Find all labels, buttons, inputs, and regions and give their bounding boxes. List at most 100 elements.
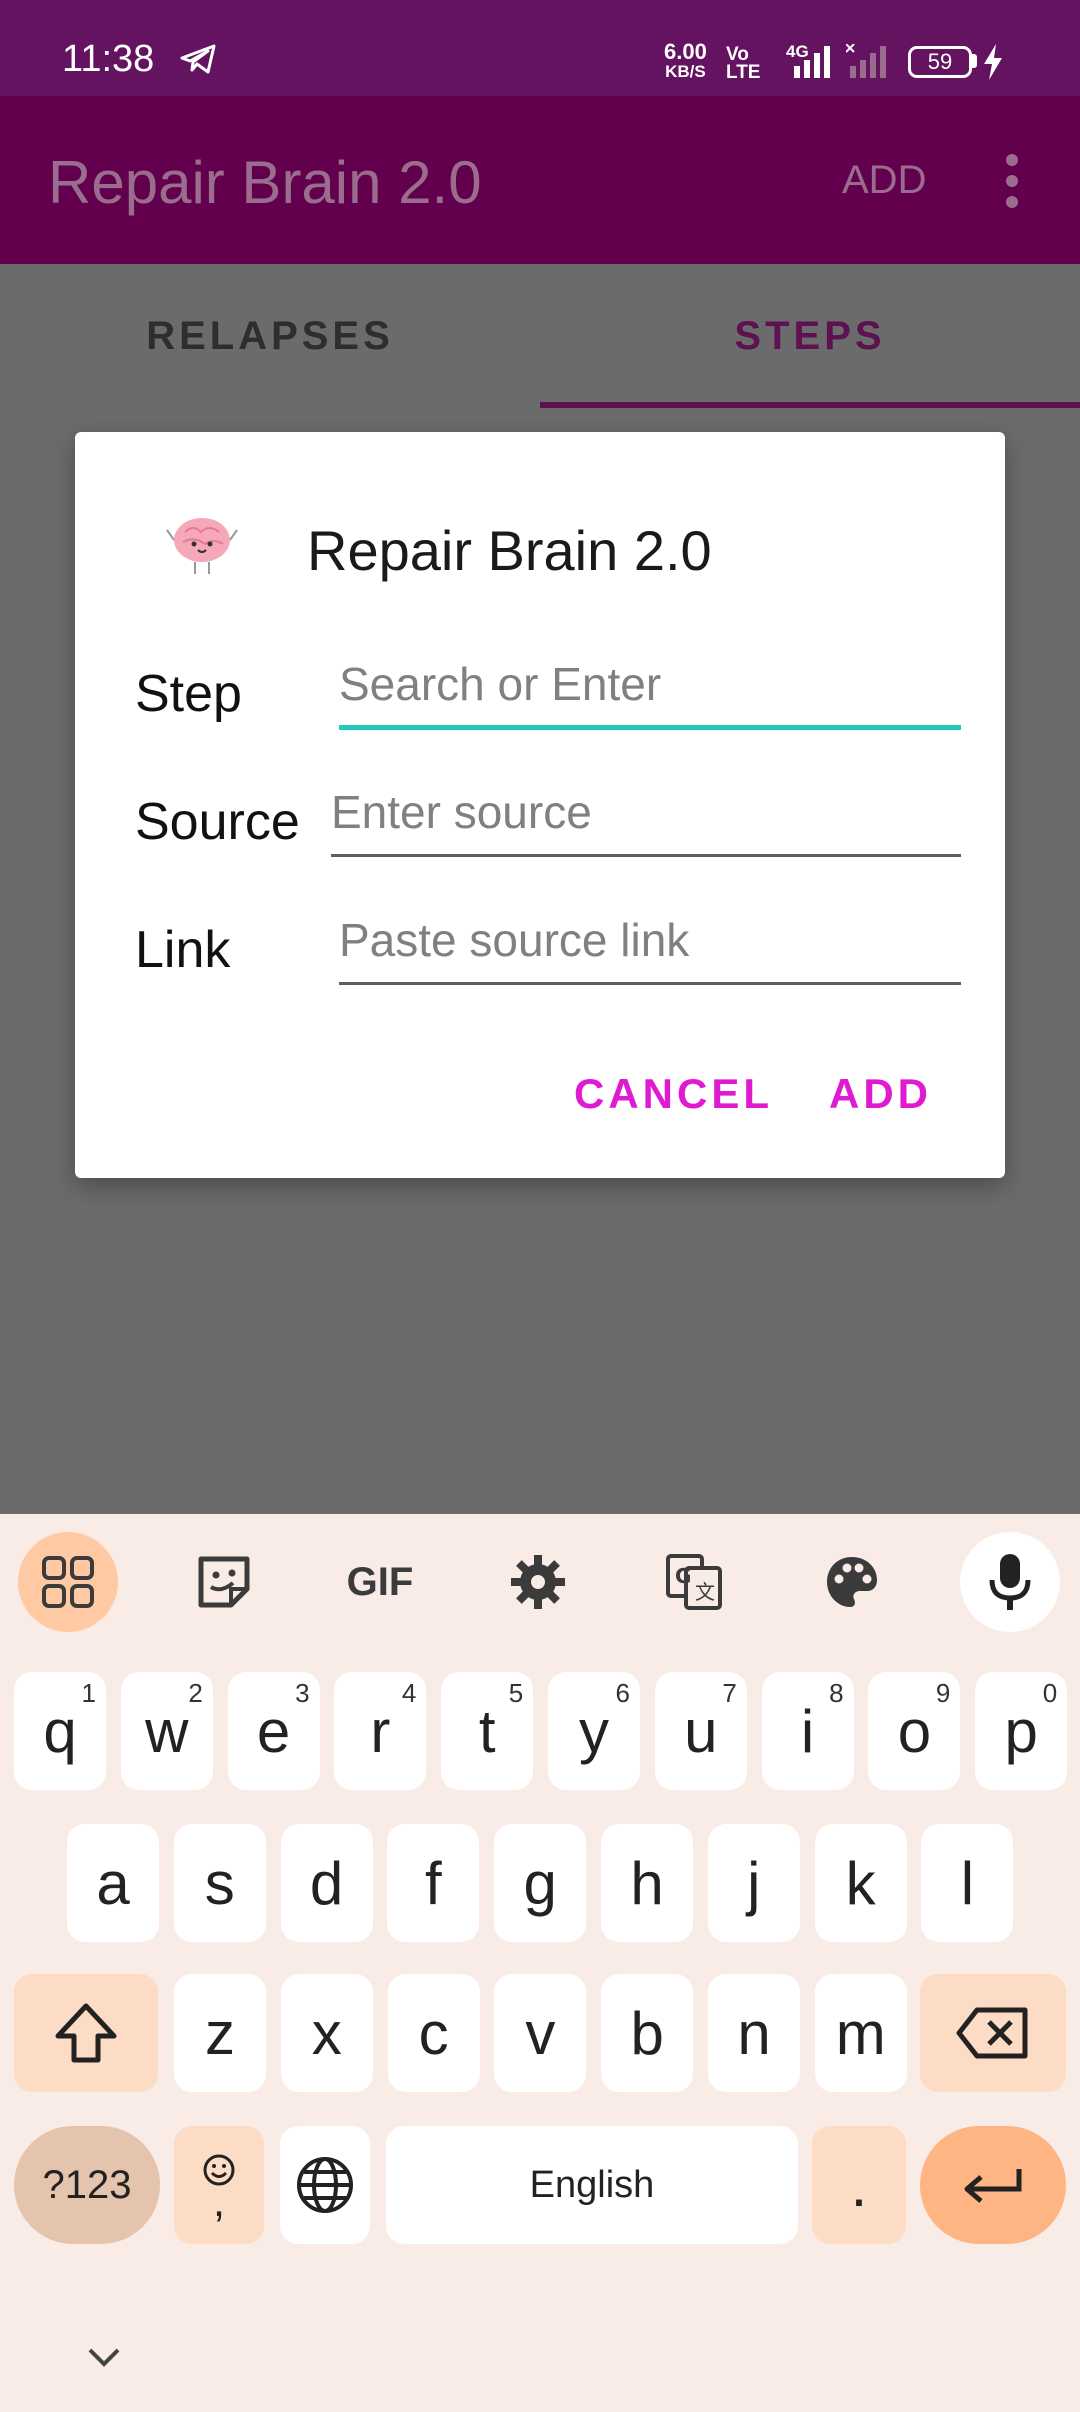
key-label: p (1004, 1697, 1038, 1765)
cancel-button[interactable]: CANCEL (574, 1070, 773, 1118)
key-label: t (478, 1697, 496, 1765)
backspace-key[interactable] (920, 1974, 1066, 2092)
key-d[interactable]: d (280, 1824, 373, 1942)
link-input[interactable] (337, 902, 957, 978)
sticker-icon (198, 1556, 250, 1608)
add-button[interactable]: ADD (829, 1070, 932, 1118)
key-u[interactable]: u7 (654, 1672, 747, 1790)
key-y[interactable]: y6 (548, 1672, 640, 1790)
gif-button[interactable]: GIF (330, 1532, 430, 1632)
settings-button[interactable] (488, 1532, 588, 1632)
source-input-underline (331, 854, 961, 857)
key-v[interactable]: v (494, 1974, 587, 2092)
key-m[interactable]: m (814, 1974, 907, 2092)
chevron-down-icon[interactable] (86, 2346, 122, 2368)
battery-indicator: 59 (908, 46, 972, 78)
translate-button[interactable]: G 文 (644, 1532, 744, 1632)
key-g[interactable]: g (494, 1824, 587, 1942)
step-label: Step (135, 665, 242, 723)
space-key[interactable]: English (386, 2126, 798, 2244)
key-i[interactable]: i8 (761, 1672, 854, 1790)
key-l[interactable]: l (921, 1824, 1014, 1942)
key-hint: 5 (508, 1678, 524, 1708)
key-p[interactable]: p0 (975, 1672, 1068, 1790)
key-w[interactable]: w2 (120, 1672, 213, 1790)
battery-level: 59 (927, 49, 953, 74)
keyboard: GIF G 文 ?123 , English . q 1 w 2 e 3 r 4… (0, 1514, 1080, 2412)
enter-key[interactable] (920, 2126, 1066, 2244)
voice-input-button[interactable] (960, 1532, 1060, 1632)
link-label: Link (135, 921, 231, 979)
key-o[interactable]: o9 (868, 1672, 961, 1790)
key-r[interactable]: r4 (334, 1672, 427, 1790)
key-f[interactable]: f (387, 1824, 480, 1942)
tab-relapses[interactable]: RELAPSES (0, 264, 540, 408)
key-c[interactable]: c (387, 1974, 480, 2092)
theme-button[interactable] (802, 1532, 902, 1632)
key-label: u (684, 1697, 718, 1765)
appbar-add-button[interactable]: ADD (842, 158, 926, 203)
tab-steps[interactable]: STEPS (540, 264, 1080, 408)
key-hint: 1 (81, 1678, 96, 1708)
source-input[interactable] (329, 774, 957, 850)
emoji-comma-key[interactable]: , (174, 2126, 264, 2244)
link-input-underline (339, 982, 961, 985)
language-key[interactable] (280, 2126, 370, 2244)
gif-label: GIF (346, 1559, 414, 1604)
svg-text:文: 文 (695, 1580, 715, 1604)
key-hint: 0 (1042, 1678, 1058, 1708)
sticker-button[interactable] (174, 1532, 274, 1632)
key-label: r (370, 1697, 391, 1765)
app-bar: Repair Brain 2.0 ADD (0, 96, 1080, 264)
add-step-dialog: Repair Brain 2.0 Step Source Link CANCEL… (75, 432, 1005, 1178)
dialog-title: Repair Brain 2.0 (307, 519, 712, 582)
charging-bolt-icon (984, 44, 1002, 80)
keyboard-apps-button[interactable] (18, 1532, 118, 1632)
numbers-symbols-key[interactable]: ?123 (14, 2126, 160, 2244)
overflow-menu-icon[interactable] (1000, 146, 1024, 216)
key-hint: 2 (188, 1678, 203, 1708)
period-key[interactable]: . (812, 2126, 906, 2244)
key-x[interactable]: x (280, 1974, 373, 2092)
key-hint: 6 (615, 1678, 630, 1708)
key-label: q (43, 1697, 77, 1765)
volte-bottom: LTE (726, 62, 761, 83)
key-label: e (256, 1697, 291, 1765)
network-speed-unit: KB/S (665, 62, 706, 81)
step-input-underline (339, 725, 961, 730)
tab-indicator (540, 402, 1080, 408)
palette-icon (827, 1557, 877, 1607)
enter-arrow-icon (964, 2169, 1022, 2203)
key-j[interactable]: j (707, 1824, 800, 1942)
key-q[interactable]: q1 (14, 1672, 106, 1790)
key-h[interactable]: h (601, 1824, 693, 1942)
key-k[interactable]: k (814, 1824, 907, 1942)
key-hint: 8 (829, 1678, 844, 1708)
microphone-icon (989, 1554, 1031, 1610)
grid-icon (42, 1556, 94, 1608)
key-t[interactable]: t5 (441, 1672, 534, 1790)
volte-indicator: Vo LTE (726, 45, 761, 83)
source-label: Source (135, 793, 300, 851)
comma-label: , (212, 2177, 226, 2226)
key-hint: 3 (295, 1678, 310, 1708)
key-e[interactable]: e3 (227, 1672, 320, 1790)
key-a[interactable]: a (67, 1824, 159, 1942)
step-input[interactable] (337, 646, 957, 722)
key-label: w (145, 1697, 189, 1765)
shift-key[interactable] (14, 1974, 158, 2092)
gear-icon (511, 1555, 565, 1609)
telegram-icon (180, 44, 216, 74)
network-speed-value: 6.00 (664, 39, 707, 64)
svg-text:G: G (675, 1564, 691, 1588)
key-n[interactable]: n (708, 1974, 800, 2092)
key-s[interactable]: s (173, 1824, 266, 1942)
status-time: 11:38 (62, 38, 155, 80)
status-bar: 11:38 6.00 KB/S Vo LTE 4G 59 (0, 0, 1080, 96)
key-label: o (897, 1697, 932, 1765)
key-hint: 9 (935, 1678, 951, 1708)
key-b[interactable]: b (601, 1974, 694, 2092)
battery-tip (972, 54, 977, 68)
key-z[interactable]: z (174, 1974, 266, 2092)
tab-bar: RELAPSES STEPS (0, 264, 1080, 408)
